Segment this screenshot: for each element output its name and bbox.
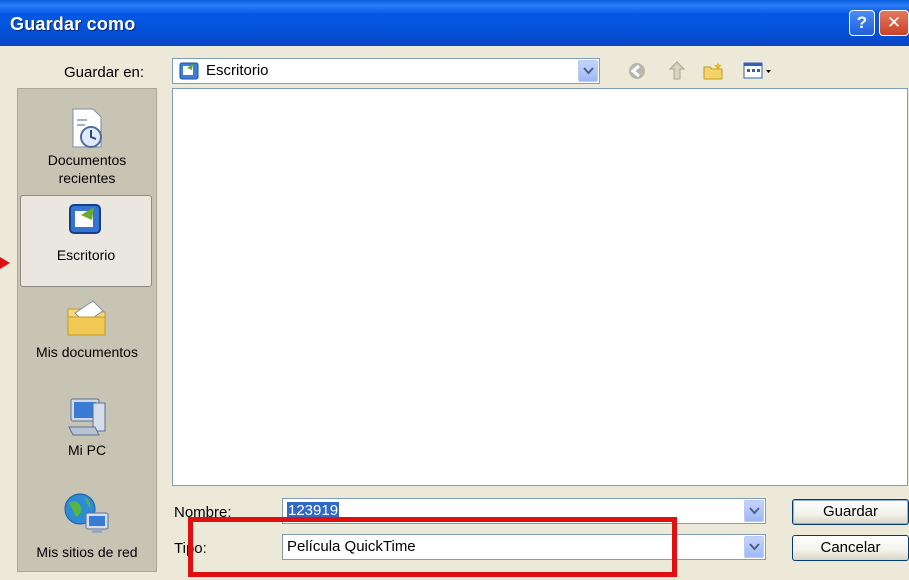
name-dropdown-button[interactable] (744, 500, 764, 522)
place-desktop[interactable]: Escritorio (20, 195, 152, 287)
cancel-button[interactable]: Cancelar (792, 535, 909, 561)
desktop-icon (69, 204, 101, 234)
close-button[interactable]: ✕ (879, 10, 909, 36)
save-in-value: Escritorio (206, 62, 269, 79)
chevron-down-icon (583, 67, 594, 75)
place-label: Mis documentos (36, 344, 138, 360)
back-icon[interactable] (626, 60, 648, 82)
my-computer-icon (68, 398, 106, 436)
type-dropdown-button[interactable] (744, 536, 764, 558)
window-title: Guardar como (10, 14, 136, 34)
place-recent-documents[interactable]: Documentos recientes (18, 107, 156, 187)
save-in-label: Guardar en: (64, 64, 145, 81)
new-folder-icon[interactable] (702, 60, 724, 82)
view-menu-icon[interactable] (742, 60, 776, 82)
place-my-documents[interactable]: Mis documentos (18, 297, 156, 361)
save-button[interactable]: Guardar (792, 499, 909, 525)
network-places-icon (64, 493, 109, 533)
help-button[interactable]: ? (849, 10, 875, 36)
save-in-dropdown-button[interactable] (578, 60, 598, 82)
desktop-icon (179, 62, 199, 84)
my-documents-icon (67, 300, 106, 336)
place-label: Mis sitios de red (36, 544, 138, 560)
file-list[interactable] (172, 88, 908, 486)
up-folder-icon[interactable] (666, 60, 688, 82)
chevron-down-icon (749, 543, 760, 551)
recent-documents-icon (72, 108, 102, 148)
place-label: Escritorio (56, 247, 116, 263)
arrow-marker (0, 257, 10, 269)
highlight-box (188, 517, 677, 577)
chevron-down-icon (749, 507, 760, 515)
title-bar: Guardar como ? ✕ (0, 0, 909, 46)
place-label: Documentos recientes (47, 152, 127, 186)
save-in-dropdown[interactable]: Escritorio (172, 58, 600, 84)
places-bar: Documentos recientes Escritorio Mis docu… (17, 88, 157, 572)
place-label: Mi PC (67, 442, 107, 458)
place-my-computer[interactable]: Mi PC (18, 395, 156, 459)
place-network[interactable]: Mis sitios de red (18, 491, 156, 561)
